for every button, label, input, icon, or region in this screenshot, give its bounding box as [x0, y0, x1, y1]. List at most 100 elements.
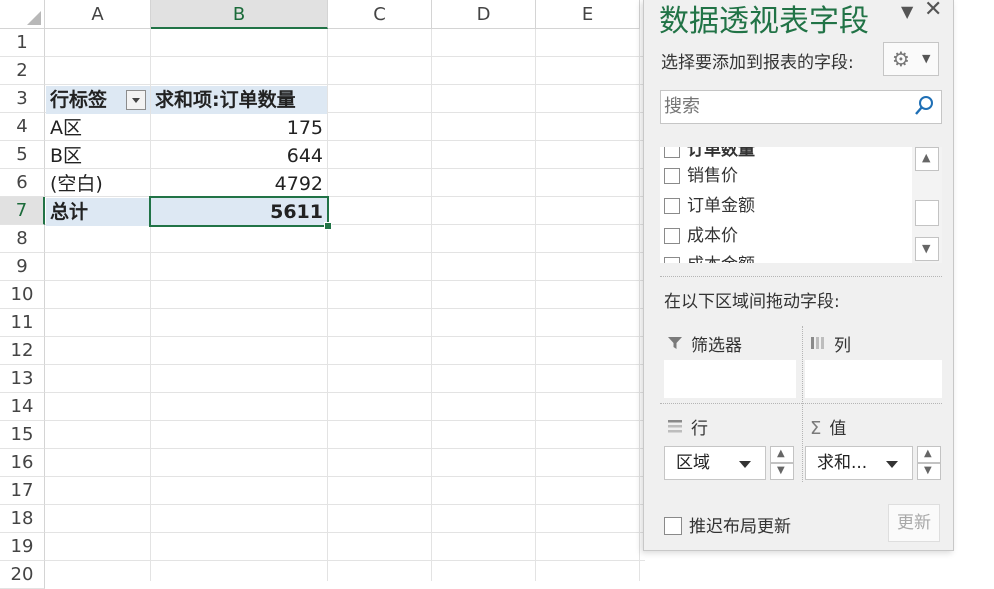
columns-area-title: 列 [810, 331, 851, 356]
row-header-7[interactable]: 7 [0, 197, 45, 225]
rows-field-reorder[interactable]: ▲ ▼ [770, 446, 794, 480]
columns-icon [810, 335, 826, 355]
pivot-fields-panel: 数据透视表字段 ▼ ✕ 选择要添加到报表的字段: ⚙ ▼ 订单数量 销售价 订单… [643, 0, 954, 551]
drag-fields-label: 在以下区域间拖动字段: [664, 292, 840, 312]
field-label: 成本金额 [687, 255, 755, 263]
field-checkbox[interactable] [664, 228, 680, 244]
field-label: 成本价 [687, 226, 738, 246]
values-area-title: Σ值 [810, 414, 846, 439]
field-search-box[interactable] [660, 90, 942, 124]
scroll-down-button[interactable]: ▼ [915, 237, 939, 261]
update-button[interactable]: 更新 [888, 504, 940, 542]
rows-area-label: 行 [691, 419, 708, 439]
row-header-11[interactable]: 11 [0, 309, 45, 337]
gridline [45, 560, 645, 561]
row-header-2[interactable]: 2 [0, 57, 45, 85]
defer-layout-update[interactable]: 推迟布局更新 [664, 512, 791, 537]
pivot-row-value[interactable]: 4792 [151, 170, 327, 198]
row-header-9[interactable]: 9 [0, 253, 45, 281]
column-header-b[interactable]: B [151, 0, 328, 29]
sigma-icon: Σ [810, 418, 822, 439]
columns-area-label: 列 [834, 336, 851, 356]
row-header-16[interactable]: 16 [0, 449, 45, 477]
chevron-down-icon: ▼ [924, 465, 932, 476]
chevron-down-icon[interactable] [739, 461, 751, 468]
select-all-corner[interactable] [0, 0, 45, 29]
pivot-row-label[interactable]: B区 [46, 142, 150, 170]
field-item[interactable]: 销售价 [664, 161, 738, 189]
row-header-10[interactable]: 10 [0, 281, 45, 309]
chevron-down-icon: ▼ [777, 465, 785, 476]
rows-field-pill[interactable]: 区域 [664, 446, 766, 480]
row-header-8[interactable]: 8 [0, 225, 45, 253]
row-header-20[interactable]: 20 [0, 561, 45, 589]
values-field-reorder[interactable]: ▲ ▼ [917, 446, 941, 480]
row-header-17[interactable]: 17 [0, 477, 45, 505]
row-header-5[interactable]: 5 [0, 141, 45, 169]
values-field-pill[interactable]: 求和... [805, 446, 913, 480]
pivot-grand-total-label[interactable]: 总计 [46, 198, 150, 226]
gridline [45, 308, 645, 309]
pivot-filter-dropdown-icon[interactable] [126, 90, 146, 110]
field-checkbox[interactable] [664, 168, 680, 184]
values-field-label: 求和... [817, 453, 868, 473]
move-up-button[interactable]: ▲ [770, 446, 794, 463]
column-header-a[interactable]: A [45, 0, 151, 29]
area-divider [660, 403, 942, 404]
gridline [45, 448, 645, 449]
search-input[interactable] [661, 91, 904, 121]
gridline [45, 420, 645, 421]
pivot-row-label[interactable]: A区 [46, 114, 150, 142]
field-item[interactable]: 订单金额 [664, 191, 755, 219]
column-header-d[interactable]: D [432, 0, 536, 29]
field-item[interactable]: 成本金额 [664, 250, 755, 263]
rows-icon [667, 418, 683, 438]
row-header-6[interactable]: 6 [0, 169, 45, 197]
column-header-e[interactable]: E [536, 0, 640, 29]
pivot-row-label[interactable]: (空白) [46, 170, 150, 198]
rows-area-title: 行 [667, 414, 708, 439]
field-checkbox[interactable] [664, 147, 680, 158]
row-header-14[interactable]: 14 [0, 393, 45, 421]
row-header-15[interactable]: 15 [0, 421, 45, 449]
row-header-13[interactable]: 13 [0, 365, 45, 393]
fill-handle[interactable] [324, 222, 332, 230]
filters-area-label: 筛选器 [691, 336, 742, 356]
area-divider [802, 326, 804, 482]
pivot-value-header[interactable]: 求和项:订单数量 [151, 86, 327, 114]
pivot-row-value[interactable]: 644 [151, 142, 327, 170]
defer-update-checkbox[interactable] [664, 517, 682, 535]
values-area-label: 值 [829, 419, 847, 439]
panel-options-dropdown-icon[interactable]: ▼ [901, 2, 913, 21]
row-header-12[interactable]: 12 [0, 337, 45, 365]
chevron-down-icon[interactable] [886, 461, 898, 468]
scroll-up-button[interactable]: ▲ [915, 147, 939, 171]
gridline [45, 364, 645, 365]
tools-button[interactable]: ⚙ ▼ [883, 42, 939, 76]
move-down-button[interactable]: ▼ [917, 463, 941, 480]
row-header-1[interactable]: 1 [0, 29, 45, 57]
gridline [45, 84, 645, 85]
close-icon[interactable]: ✕ [924, 0, 942, 22]
search-icon[interactable] [913, 94, 935, 122]
row-header-3[interactable]: 3 [0, 85, 45, 113]
choose-fields-label: 选择要添加到报表的字段: [661, 53, 854, 73]
pivot-row-labels-text: 行标签 [50, 89, 108, 111]
gridline [45, 392, 645, 393]
row-header-19[interactable]: 19 [0, 533, 45, 561]
field-item[interactable]: 成本价 [664, 221, 738, 249]
field-checkbox[interactable] [664, 257, 680, 263]
column-header-c[interactable]: C [328, 0, 432, 29]
move-down-button[interactable]: ▼ [770, 463, 794, 480]
filters-drop-zone[interactable] [664, 360, 796, 398]
row-header-18[interactable]: 18 [0, 505, 45, 533]
move-up-button[interactable]: ▲ [917, 446, 941, 463]
gear-icon: ⚙ [892, 47, 910, 71]
rows-field-label: 区域 [676, 453, 710, 473]
pivot-row-value[interactable]: 175 [151, 114, 327, 142]
row-header-4[interactable]: 4 [0, 113, 45, 141]
columns-drop-zone[interactable] [805, 360, 942, 398]
field-list-scrollbar[interactable]: ▲ ▼ [912, 147, 942, 263]
scroll-thumb[interactable] [915, 200, 939, 226]
field-checkbox[interactable] [664, 198, 680, 214]
